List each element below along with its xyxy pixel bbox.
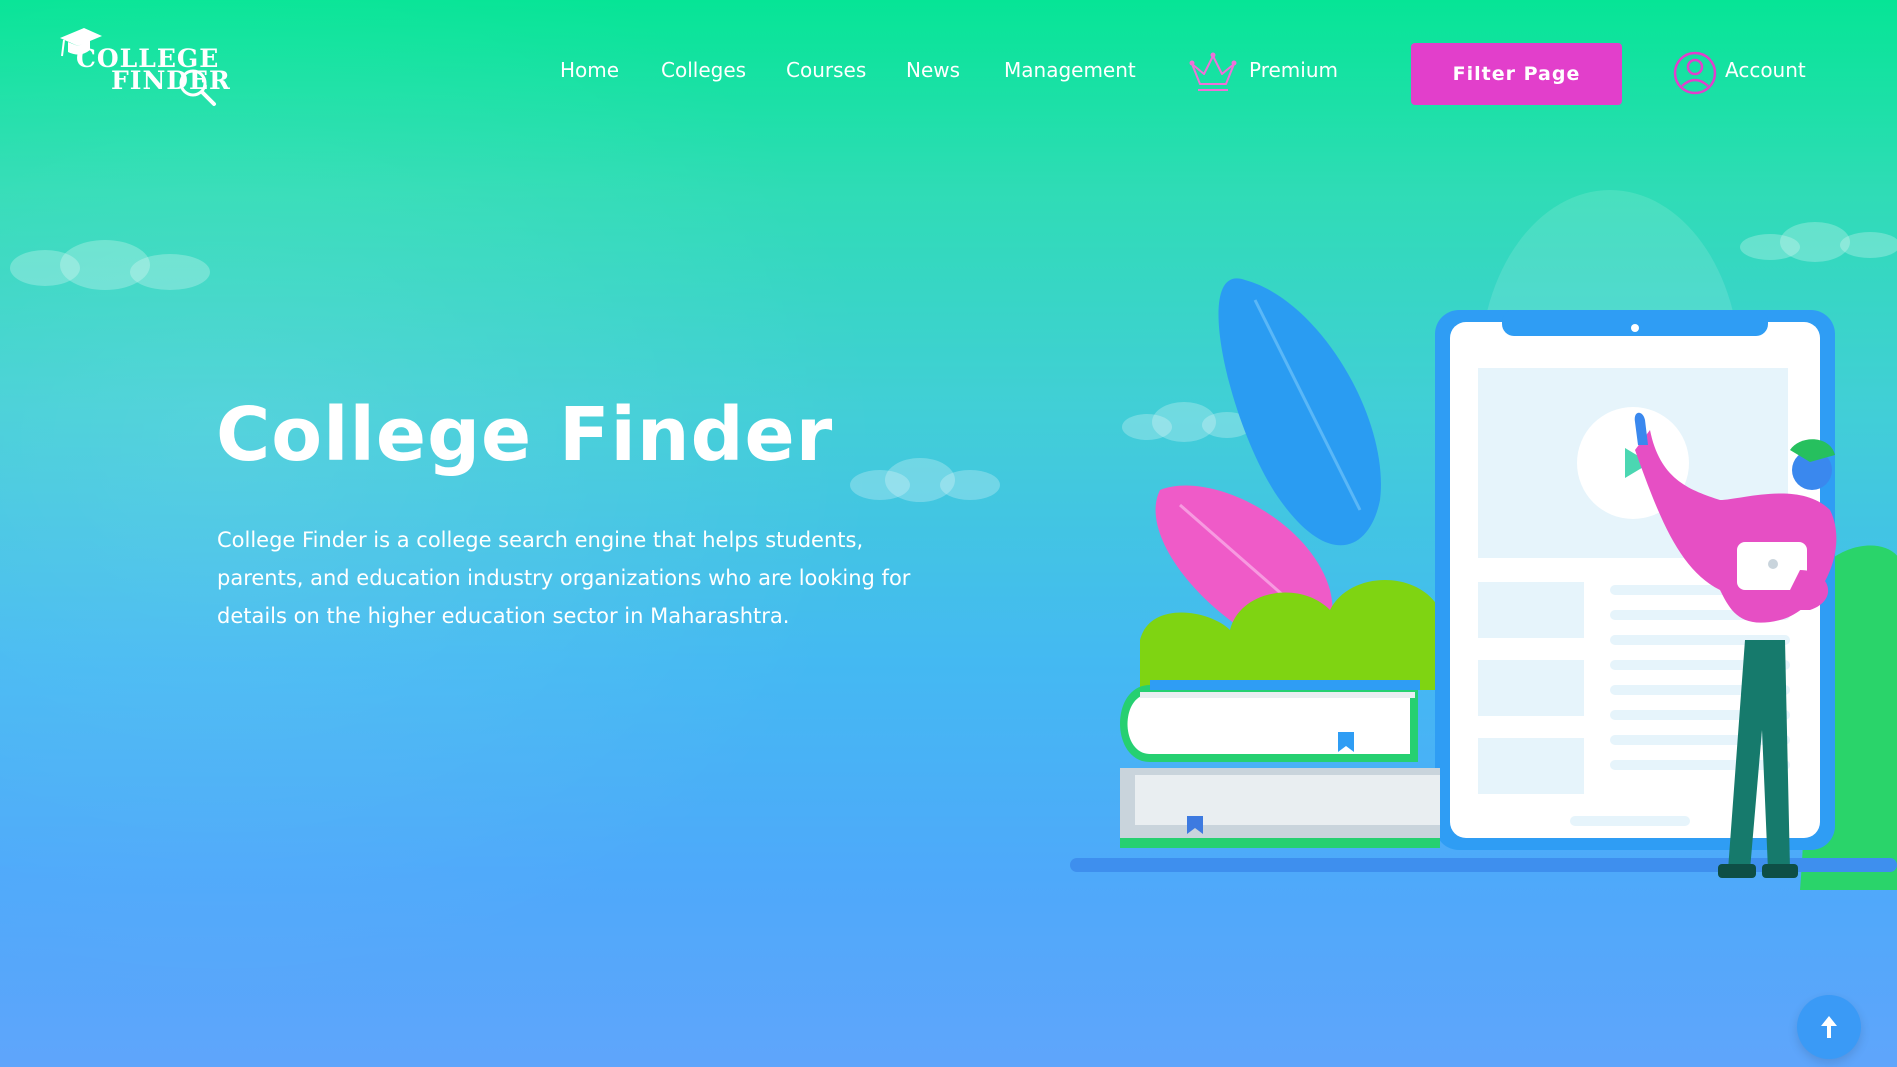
hero-title: College Finder <box>216 392 834 478</box>
hero-description: College Finder is a college search engin… <box>217 528 911 628</box>
hero-illustration <box>1070 278 1897 890</box>
cloud-decoration <box>850 458 1000 502</box>
nav-premium[interactable]: Premium <box>1249 58 1338 82</box>
crown-icon[interactable] <box>1186 50 1240 94</box>
nav-colleges[interactable]: Colleges <box>661 58 746 82</box>
nav-home[interactable]: Home <box>560 58 619 82</box>
scroll-to-top-button[interactable] <box>1797 995 1861 1059</box>
filter-page-button[interactable]: Filter Page <box>1411 43 1622 105</box>
landing-page: COLLEGE FINDER Home Colleges Courses New… <box>0 0 1897 1067</box>
nav-management[interactable]: Management <box>1004 58 1136 82</box>
user-circle-icon[interactable] <box>1672 50 1718 96</box>
nav-account[interactable]: Account <box>1725 58 1806 82</box>
cloud-decoration <box>0 240 220 290</box>
nav-courses[interactable]: Courses <box>786 58 866 82</box>
nav-news[interactable]: News <box>906 58 960 82</box>
arrow-up-icon <box>1821 1016 1837 1038</box>
